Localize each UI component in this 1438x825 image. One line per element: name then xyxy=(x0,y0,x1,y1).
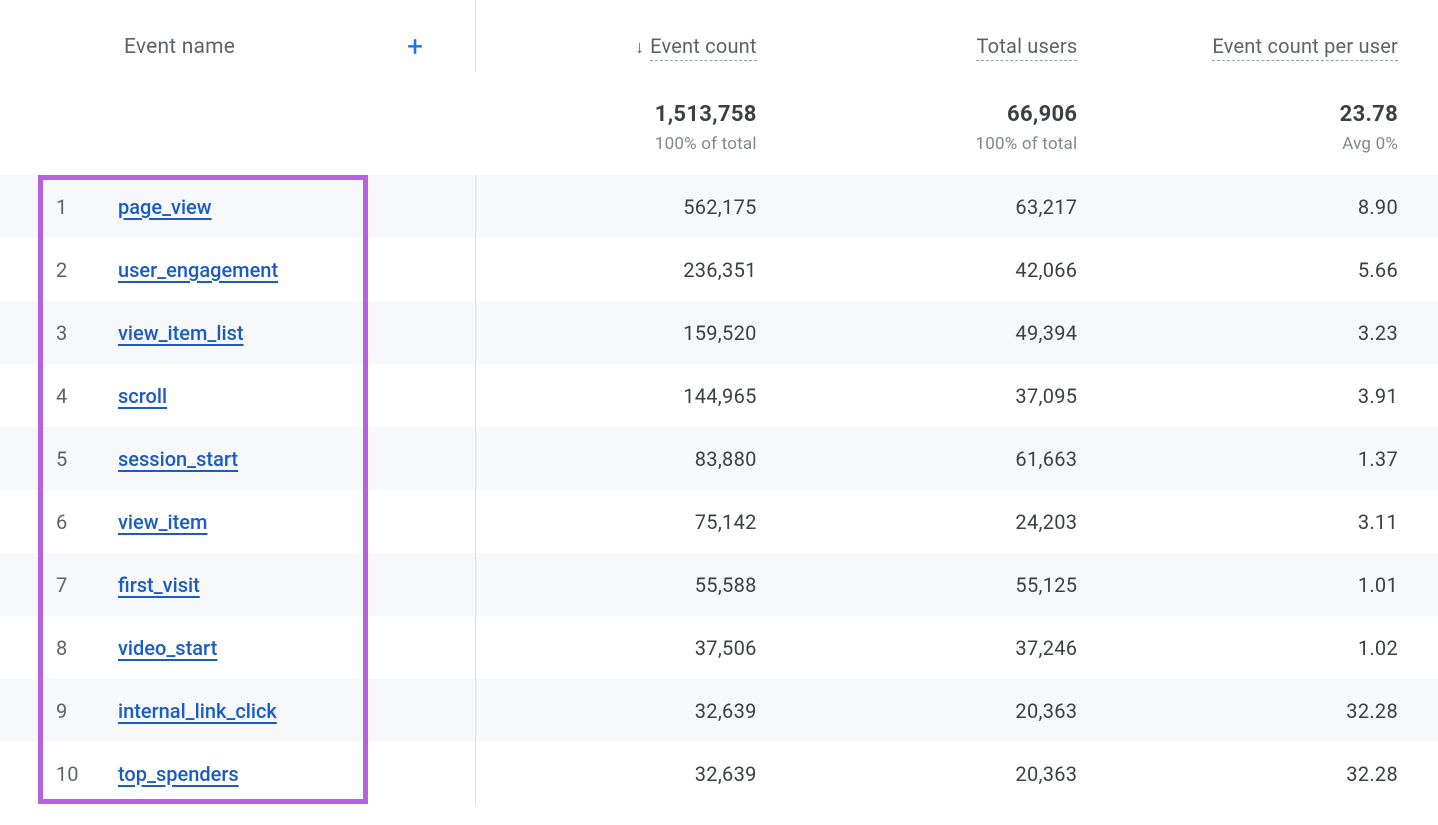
cell-total-users: 20,363 xyxy=(797,762,1118,786)
dimension-cell: 7first_visit xyxy=(0,553,476,616)
cell-event-count: 37,506 xyxy=(476,636,797,660)
dimension-cell: 8video_start xyxy=(0,616,476,679)
cell-per-user: 3.91 xyxy=(1117,384,1438,408)
summary-sub-total-users: 100% of total xyxy=(797,134,1078,154)
table-row: 8video_start37,50637,2461.02 xyxy=(0,616,1438,679)
table-row: 3view_item_list159,52049,3943.23 xyxy=(0,301,1438,364)
dimension-cell: 2user_engagement xyxy=(0,238,476,301)
cell-total-users: 37,095 xyxy=(797,384,1118,408)
dimension-cell: 4scroll xyxy=(0,364,476,427)
row-index: 4 xyxy=(56,384,118,408)
event-name-link[interactable]: top_spenders xyxy=(118,762,239,786)
table-row: 10top_spenders32,63920,36332.28 xyxy=(0,742,1438,805)
cell-per-user: 3.23 xyxy=(1117,321,1438,345)
metric-label-total-users: Total users xyxy=(976,34,1077,61)
metric-header-per-user[interactable]: Event count per user xyxy=(1117,0,1398,72)
row-index: 10 xyxy=(56,762,118,786)
table-row: 5session_start83,88061,6631.37 xyxy=(0,427,1438,490)
row-index: 3 xyxy=(56,321,118,345)
event-name-link[interactable]: video_start xyxy=(118,636,217,660)
row-index: 9 xyxy=(56,699,118,723)
row-index: 2 xyxy=(56,258,118,282)
metric-col-event-count: ↓ Event count 1,513,758 100% of total xyxy=(476,0,797,154)
cell-event-count: 55,588 xyxy=(476,573,797,597)
cell-total-users: 61,663 xyxy=(797,447,1118,471)
dimension-cell: 5session_start xyxy=(0,427,476,490)
table-row: 4scroll144,96537,0953.91 xyxy=(0,364,1438,427)
event-name-link[interactable]: scroll xyxy=(118,384,167,408)
table-body: 1page_view562,17563,2178.902user_engagem… xyxy=(0,175,1438,805)
summary-total-users: 66,906 xyxy=(797,102,1078,127)
dimension-cell: 10top_spenders xyxy=(0,742,476,805)
event-name-link[interactable]: page_view xyxy=(118,195,212,219)
table-row: 1page_view562,17563,2178.90 xyxy=(0,175,1438,238)
sort-desc-icon: ↓ xyxy=(635,37,644,58)
metric-header-event-count[interactable]: ↓ Event count xyxy=(476,0,757,72)
table-row: 6view_item75,14224,2033.11 xyxy=(0,490,1438,553)
summary-sub-per-user: Avg 0% xyxy=(1117,134,1398,154)
cell-per-user: 1.37 xyxy=(1117,447,1438,471)
cell-total-users: 42,066 xyxy=(797,258,1118,282)
cell-total-users: 63,217 xyxy=(797,195,1118,219)
event-name-link[interactable]: first_visit xyxy=(118,573,200,597)
summary-per-user: 23.78 xyxy=(1117,102,1398,127)
summary-event-count: 1,513,758 xyxy=(476,102,757,127)
cell-event-count: 32,639 xyxy=(476,699,797,723)
event-name-link[interactable]: user_engagement xyxy=(118,258,278,282)
row-index: 8 xyxy=(56,636,118,660)
row-index: 1 xyxy=(56,195,118,219)
row-index: 7 xyxy=(56,573,118,597)
cell-per-user: 1.01 xyxy=(1117,573,1438,597)
event-name-link[interactable]: view_item xyxy=(118,510,207,534)
cell-event-count: 75,142 xyxy=(476,510,797,534)
add-dimension-button[interactable]: + xyxy=(407,33,445,61)
cell-total-users: 20,363 xyxy=(797,699,1118,723)
row-index: 5 xyxy=(56,447,118,471)
event-name-link[interactable]: view_item_list xyxy=(118,321,244,345)
dimension-label: Event name xyxy=(124,35,235,59)
metric-label-per-user: Event count per user xyxy=(1212,34,1398,61)
cell-total-users: 37,246 xyxy=(797,636,1118,660)
dimension-cell: 1page_view xyxy=(0,175,476,238)
events-table: Event name + ↓ Event count 1,513,758 100… xyxy=(0,0,1438,805)
cell-per-user: 3.11 xyxy=(1117,510,1438,534)
dimension-cell: 3view_item_list xyxy=(0,301,476,364)
cell-per-user: 1.02 xyxy=(1117,636,1438,660)
cell-event-count: 562,175 xyxy=(476,195,797,219)
metric-header-total-users[interactable]: Total users xyxy=(797,0,1078,72)
event-name-link[interactable]: session_start xyxy=(118,447,238,471)
table-row: 7first_visit55,58855,1251.01 xyxy=(0,553,1438,616)
cell-total-users: 49,394 xyxy=(797,321,1118,345)
row-index: 6 xyxy=(56,510,118,534)
cell-event-count: 236,351 xyxy=(476,258,797,282)
event-name-link[interactable]: internal_link_click xyxy=(118,699,277,723)
dimension-column-header: Event name + xyxy=(0,0,476,72)
metric-col-per-user: Event count per user 23.78 Avg 0% xyxy=(1117,0,1438,154)
summary-sub-event-count: 100% of total xyxy=(476,134,757,154)
cell-per-user: 8.90 xyxy=(1117,195,1438,219)
cell-per-user: 5.66 xyxy=(1117,258,1438,282)
table-row: 2user_engagement236,35142,0665.66 xyxy=(0,238,1438,301)
dimension-cell: 9internal_link_click xyxy=(0,679,476,742)
metric-label-event-count: Event count xyxy=(650,34,757,61)
cell-event-count: 83,880 xyxy=(476,447,797,471)
metric-col-total-users: Total users 66,906 100% of total xyxy=(797,0,1118,154)
cell-per-user: 32.28 xyxy=(1117,762,1438,786)
table-header-row: Event name + ↓ Event count 1,513,758 100… xyxy=(0,0,1438,175)
table-row: 9internal_link_click32,63920,36332.28 xyxy=(0,679,1438,742)
cell-per-user: 32.28 xyxy=(1117,699,1438,723)
dimension-cell: 6view_item xyxy=(0,490,476,553)
cell-event-count: 144,965 xyxy=(476,384,797,408)
cell-total-users: 24,203 xyxy=(797,510,1118,534)
cell-event-count: 32,639 xyxy=(476,762,797,786)
cell-event-count: 159,520 xyxy=(476,321,797,345)
cell-total-users: 55,125 xyxy=(797,573,1118,597)
